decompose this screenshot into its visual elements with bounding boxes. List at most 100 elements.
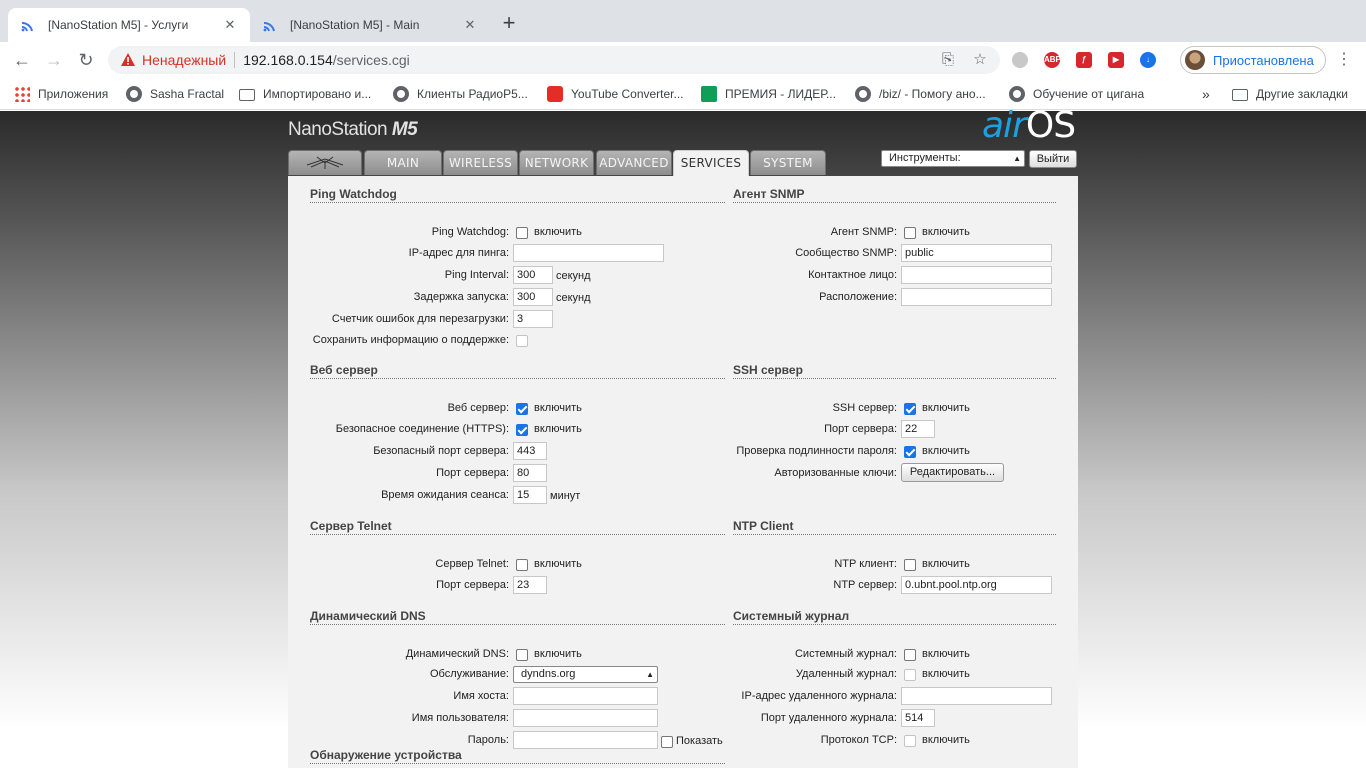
- close-tab-icon[interactable]: ✕: [222, 17, 238, 33]
- ddns-host-input[interactable]: [513, 687, 658, 705]
- bookmark-item[interactable]: YouTube Converter...: [547, 86, 684, 102]
- translate-icon[interactable]: ⎘: [940, 52, 956, 68]
- bookmark-star-icon[interactable]: ☆: [972, 52, 988, 68]
- tools-dropdown[interactable]: Инструменты: ▲: [881, 150, 1025, 167]
- url-path: /services.cgi: [332, 52, 410, 68]
- extension-grey-icon[interactable]: [1012, 52, 1028, 68]
- bookmark-item[interactable]: Обучение от цигана: [1009, 86, 1144, 102]
- save-support-info-checkbox[interactable]: [516, 335, 528, 347]
- bookmark-label: Импортировано и...: [263, 87, 372, 101]
- video-downloader-icon[interactable]: ▶: [1108, 52, 1124, 68]
- other-bookmarks-folder[interactable]: Другие закладки: [1232, 86, 1348, 102]
- ntp-enable-text: включить: [922, 558, 970, 570]
- tcp-protocol-checkbox[interactable]: [904, 735, 916, 747]
- tab-services[interactable]: SERVICES: [673, 150, 749, 176]
- tab-advanced[interactable]: ADVANCED: [596, 150, 672, 175]
- https-checkbox[interactable]: [516, 424, 528, 436]
- section-ping-watchdog: Ping Watchdog: [310, 187, 725, 203]
- logout-button[interactable]: Выйти: [1029, 150, 1077, 168]
- tab-title: [NanoStation M5] - Main: [290, 18, 420, 32]
- bookmark-item[interactable]: ПРЕМИЯ - ЛИДЕР...: [701, 86, 836, 102]
- remote-log-checkbox[interactable]: [904, 669, 916, 681]
- ssh-server-checkbox[interactable]: [904, 403, 916, 415]
- bookmark-item[interactable]: Клиенты РадиоР5...: [393, 86, 528, 102]
- section-dynamic-dns: Динамический DNS: [310, 609, 725, 625]
- download-icon[interactable]: ↓: [1140, 52, 1156, 68]
- edit-keys-button[interactable]: Редактировать...: [901, 463, 1004, 482]
- bookmark-label: Приложения: [38, 87, 109, 101]
- password-auth-label: Проверка подлинности пароля:: [736, 445, 897, 457]
- ddns-password-input[interactable]: [513, 731, 658, 749]
- close-tab-icon[interactable]: ✕: [462, 17, 478, 33]
- secure-port-input[interactable]: 443: [513, 442, 547, 460]
- ping-watchdog-checkbox[interactable]: [516, 227, 528, 239]
- more-menu-icon[interactable]: ⋮: [1336, 50, 1352, 70]
- telnet-server-checkbox[interactable]: [516, 559, 528, 571]
- browser-toolbar: ← → ↻ Ненадежный 192.168.0.154/services.…: [0, 42, 1366, 78]
- globe-icon: [393, 86, 409, 102]
- ssh-enable-text: включить: [922, 402, 970, 414]
- snmp-contact-label: Контактное лицо:: [808, 269, 897, 281]
- snmp-community-input[interactable]: public: [901, 244, 1052, 262]
- bookmark-apps[interactable]: Приложения: [14, 86, 108, 102]
- show-password-text: Показать: [676, 735, 723, 747]
- tab-main[interactable]: MAIN: [364, 150, 442, 175]
- tcp-protocol-label: Протокол TCP:: [820, 734, 897, 746]
- ddns-username-input[interactable]: [513, 709, 658, 727]
- snmp-contact-input[interactable]: [901, 266, 1052, 284]
- ping-interval-unit: секунд: [556, 270, 591, 282]
- failure-count-input[interactable]: 3: [513, 310, 553, 328]
- bookmark-folder[interactable]: Импортировано и...: [239, 86, 371, 102]
- snmp-location-label: Расположение:: [819, 291, 897, 303]
- ddns-service-select[interactable]: dyndns.org ▲: [513, 666, 658, 683]
- startup-delay-input[interactable]: 300: [513, 288, 553, 306]
- new-tab-plus-icon[interactable]: +: [498, 12, 520, 35]
- address-bar[interactable]: Ненадежный 192.168.0.154/services.cgi ⎘ …: [108, 46, 1000, 74]
- forward-arrow-icon[interactable]: →: [42, 48, 66, 72]
- ping-ip-input[interactable]: [513, 244, 664, 262]
- show-password-checkbox[interactable]: [661, 736, 673, 748]
- web-server-enable-text: включить: [534, 402, 582, 414]
- ping-watchdog-label: Ping Watchdog:: [431, 226, 509, 238]
- device-logo: NanoStation M5: [288, 119, 418, 141]
- tab-title: [NanoStation M5] - Услуги: [48, 18, 189, 32]
- remote-log-ip-input[interactable]: [901, 687, 1052, 705]
- snmp-agent-checkbox[interactable]: [904, 227, 916, 239]
- ping-interval-input[interactable]: 300: [513, 266, 553, 284]
- syslog-checkbox[interactable]: [904, 649, 916, 661]
- snmp-location-input[interactable]: [901, 288, 1052, 306]
- remote-log-enable-text: включить: [922, 668, 970, 680]
- bookmark-item[interactable]: Sasha Fractal: [126, 86, 224, 102]
- profile-button[interactable]: Приостановлена: [1180, 46, 1326, 74]
- back-arrow-icon[interactable]: ←: [10, 48, 34, 72]
- tab-system[interactable]: SYSTEM: [750, 150, 826, 175]
- ssh-port-input[interactable]: 22: [901, 420, 935, 438]
- bookmarks-overflow-icon[interactable]: »: [1202, 86, 1210, 102]
- ddns-password-label: Пароль:: [467, 734, 509, 746]
- browser-tab-services[interactable]: [NanoStation M5] - Услуги ✕: [8, 8, 250, 42]
- ntp-client-checkbox[interactable]: [904, 559, 916, 571]
- web-port-input[interactable]: 80: [513, 464, 547, 482]
- tab-network[interactable]: NETWORK: [519, 150, 594, 175]
- tab-wireless[interactable]: WIRELESS: [443, 150, 518, 175]
- browser-tab-main[interactable]: [NanoStation M5] - Main ✕: [250, 8, 490, 42]
- web-server-checkbox[interactable]: [516, 403, 528, 415]
- ntp-server-input[interactable]: 0.ubnt.pool.ntp.org: [901, 576, 1052, 594]
- bookmark-item[interactable]: /biz/ - Помогу ано...: [855, 86, 986, 102]
- ddns-checkbox[interactable]: [516, 649, 528, 661]
- password-auth-checkbox[interactable]: [904, 446, 916, 458]
- section-device-discovery: Обнаружение устройства: [310, 748, 725, 764]
- authorized-keys-label: Авторизованные ключи:: [774, 467, 897, 479]
- remote-log-port-input[interactable]: 514: [901, 709, 935, 727]
- not-secure-label[interactable]: Ненадежный: [142, 52, 226, 68]
- session-timeout-input[interactable]: 15: [513, 486, 547, 504]
- ssh-port-label: Порт сервера:: [824, 423, 897, 435]
- flash-icon[interactable]: ƒ: [1076, 52, 1092, 68]
- tab-ubnt-logo[interactable]: [288, 150, 362, 175]
- startup-delay-unit: секунд: [556, 292, 591, 304]
- telnet-port-input[interactable]: 23: [513, 576, 547, 594]
- reload-icon[interactable]: ↻: [74, 48, 98, 72]
- save-support-info-label: Сохранить информацию о поддержке:: [312, 334, 509, 346]
- remote-log-ip-label: IP-адрес удаленного журнала:: [741, 690, 897, 702]
- adblock-plus-icon[interactable]: ABP: [1044, 52, 1061, 68]
